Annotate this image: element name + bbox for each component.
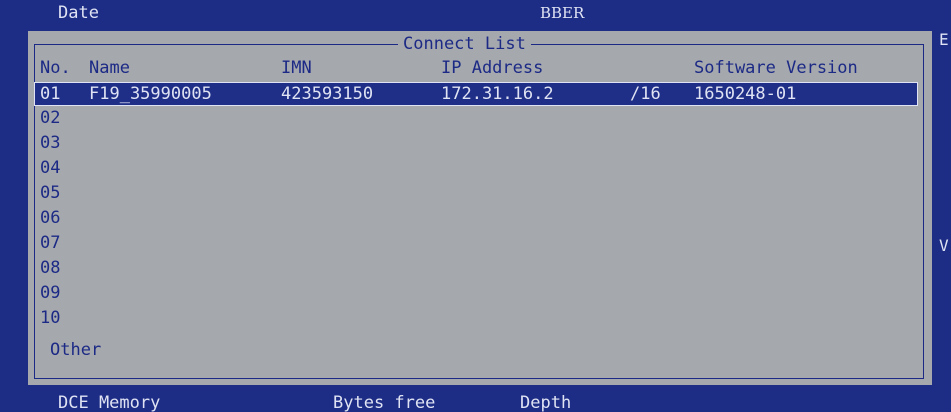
terminal-screen: Date BBER E V Connect List No. Name IMN …	[0, 0, 951, 412]
row-number: 02	[40, 108, 61, 128]
list-row-05[interactable]: 05	[28, 181, 932, 206]
list-row-03[interactable]: 03	[28, 131, 932, 156]
list-row-10[interactable]: 10	[28, 306, 932, 331]
dialog-title: Connect List	[398, 34, 531, 54]
list-row-08[interactable]: 08	[28, 256, 932, 281]
connect-list-dialog: Connect List No. Name IMN IP Address Sof…	[28, 31, 932, 385]
list-row-01[interactable]: 01 F19_35990005 423593150 172.31.16.2 /1…	[34, 82, 918, 106]
list-row-06[interactable]: 06	[28, 206, 932, 231]
row-name: F19_35990005	[89, 84, 212, 104]
row-subnet-mask: /16	[630, 84, 661, 104]
column-header-ip-address: IP Address	[441, 58, 544, 78]
row-number: 07	[40, 233, 61, 253]
row-software-version: 1650248-01	[694, 84, 797, 104]
dce-memory-label: DCE Memory	[58, 393, 161, 412]
screen-title: BBER	[540, 4, 585, 22]
depth-label: Depth	[520, 393, 572, 412]
column-header-no: No.	[40, 58, 71, 78]
row-number: 04	[40, 158, 61, 178]
row-number: 01	[40, 84, 61, 104]
top-status-bar: Date BBER	[0, 0, 951, 26]
row-number: 03	[40, 133, 61, 153]
connect-list: 01 F19_35990005 423593150 172.31.16.2 /1…	[28, 82, 932, 331]
column-header-imn: IMN	[281, 58, 312, 78]
other-option[interactable]: Other	[50, 340, 101, 360]
row-ip-address: 172.31.16.2	[441, 84, 554, 104]
list-header: No. Name IMN IP Address Software Version	[28, 58, 932, 82]
bytes-free-label: Bytes free	[333, 393, 436, 412]
date-label: Date	[58, 3, 99, 23]
row-number: 05	[40, 183, 61, 203]
row-number: 09	[40, 283, 61, 303]
right-edge-char-mid: V	[939, 236, 949, 255]
list-row-04[interactable]: 04	[28, 156, 932, 181]
bottom-status-bar: DCE Memory Bytes free Depth	[0, 392, 951, 412]
row-number: 08	[40, 258, 61, 278]
column-header-software-version: Software Version	[694, 58, 858, 78]
list-row-07[interactable]: 07	[28, 231, 932, 256]
row-number: 06	[40, 208, 61, 228]
row-number: 10	[40, 308, 61, 328]
list-row-09[interactable]: 09	[28, 281, 932, 306]
right-edge-char-top: E	[939, 30, 949, 49]
column-header-name: Name	[89, 58, 130, 78]
list-row-02[interactable]: 02	[28, 106, 932, 131]
row-imn: 423593150	[281, 84, 374, 104]
